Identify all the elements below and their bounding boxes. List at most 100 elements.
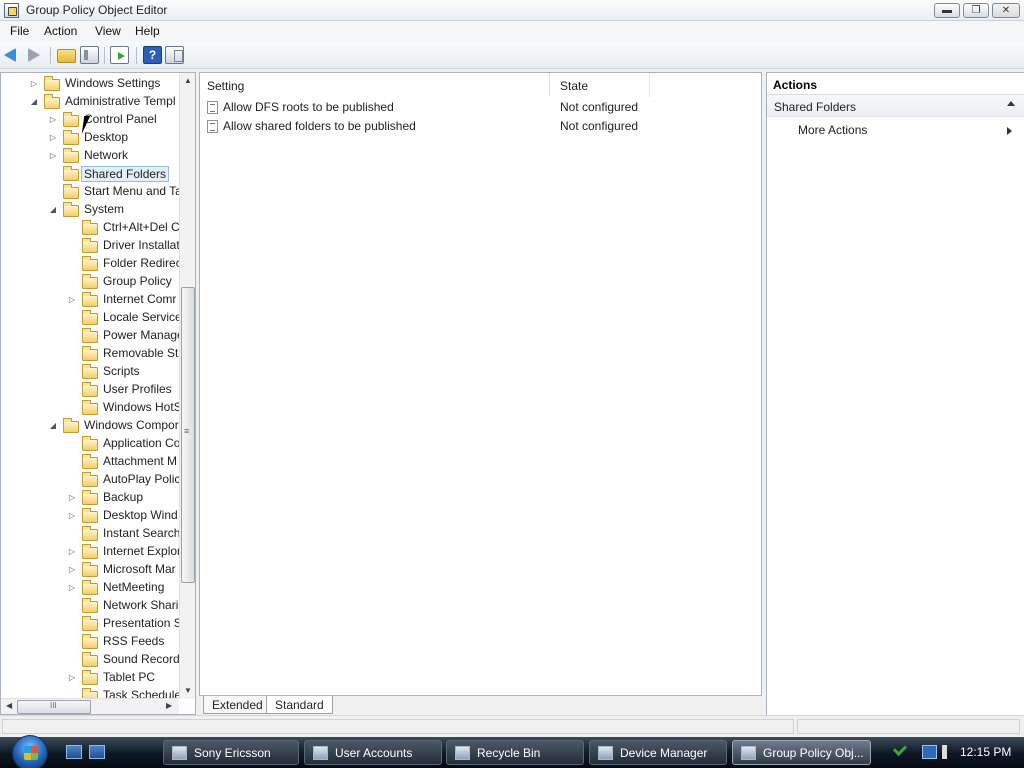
tree-expander-icon[interactable]: ◢	[29, 97, 39, 106]
tree-expander-icon[interactable]: ▷	[29, 79, 39, 88]
scroll-thumb[interactable]: ≡	[181, 287, 195, 583]
menu-action[interactable]: Action	[44, 24, 77, 38]
switch-windows-icon[interactable]	[89, 745, 105, 759]
taskbar-button-sony-ericsson[interactable]: Sony Ericsson	[163, 740, 299, 765]
taskbar-button-label: User Accounts	[335, 746, 413, 760]
tree-item[interactable]: Presentation S	[1, 615, 179, 633]
taskbar-button-device-manager[interactable]: Device Manager	[589, 740, 727, 765]
menu-view[interactable]: View	[95, 24, 121, 38]
tree-item[interactable]: Windows HotS	[1, 399, 179, 417]
tree-item[interactable]: ▷ Backup	[1, 489, 179, 507]
tree-item[interactable]: Attachment M	[1, 453, 179, 471]
export-list-icon[interactable]	[110, 46, 129, 64]
tree-item[interactable]: ◢ System	[1, 201, 179, 219]
tree-item[interactable]: ▷ Network	[1, 147, 179, 165]
network-icon[interactable]	[922, 745, 937, 759]
tree-item[interactable]: ▷ Desktop	[1, 129, 179, 147]
maximize-button[interactable]: ❐	[963, 3, 989, 18]
tree-item[interactable]: Application Co	[1, 435, 179, 453]
up-folder-icon[interactable]	[57, 49, 76, 63]
taskbar-button-group-policy[interactable]: Group Policy Obj...	[732, 740, 871, 765]
tree-expander-icon[interactable]: ◢	[48, 421, 58, 430]
tree-expander-icon[interactable]: ▷	[67, 583, 77, 592]
scroll-thumb-horizontal[interactable]: III	[17, 700, 91, 714]
tree-item[interactable]: Group Policy	[1, 273, 179, 291]
scroll-down-icon[interactable]: ▼	[184, 686, 192, 695]
tree-item[interactable]: Driver Installat	[1, 237, 179, 255]
tree-item[interactable]: ▷ Windows Settings	[1, 75, 179, 93]
menu-file[interactable]: File	[10, 24, 29, 38]
tree-item[interactable]: ▷ Desktop Wind	[1, 507, 179, 525]
tree-expander-icon[interactable]: ▷	[67, 565, 77, 574]
tree-item[interactable]: ▷ Tablet PC	[1, 669, 179, 687]
list-item[interactable]: Allow DFS roots to be published Not conf…	[200, 98, 760, 117]
properties-icon[interactable]	[165, 46, 184, 64]
tab-standard[interactable]: Standard	[266, 696, 333, 714]
folder-icon	[44, 76, 60, 91]
tree-item[interactable]: ▷ Internet Explor	[1, 543, 179, 561]
tab-extended[interactable]: Extended	[203, 696, 272, 714]
tree-expander-icon[interactable]: ▷	[48, 133, 58, 142]
menu-help[interactable]: Help	[135, 24, 160, 38]
tree-item[interactable]: Shared Folders	[1, 165, 179, 183]
app-icon[interactable]	[4, 3, 19, 18]
collapse-caret-icon[interactable]	[1007, 101, 1015, 106]
taskbar-button-user-accounts[interactable]: User Accounts	[304, 740, 442, 765]
tree-item[interactable]: Sound Record	[1, 651, 179, 669]
help-icon[interactable]: ?	[143, 46, 162, 64]
tree-item[interactable]: ▷ Microsoft Mar	[1, 561, 179, 579]
scroll-left-icon[interactable]: ◀	[6, 701, 12, 710]
title-bar[interactable]: Group Policy Object Editor ▬ ❐ ✕	[0, 0, 1024, 21]
show-desktop-icon[interactable]	[66, 745, 82, 759]
tree-expander-icon[interactable]: ◢	[48, 205, 58, 214]
minimize-button[interactable]: ▬	[934, 3, 960, 18]
column-header-state[interactable]: State	[550, 73, 650, 97]
tree-item[interactable]: Folder Redirec	[1, 255, 179, 273]
tree-item[interactable]: Network Shari	[1, 597, 179, 615]
windows-logo-icon	[12, 735, 48, 768]
more-actions-item[interactable]: More Actions	[798, 123, 867, 137]
results-pane[interactable]: Setting State Allow DFS roots to be publ…	[199, 72, 762, 696]
list-item[interactable]: Allow shared folders to be published Not…	[200, 117, 760, 136]
scroll-up-icon[interactable]: ▲	[184, 76, 192, 85]
tree-item-label: Start Menu and Ta	[84, 184, 179, 198]
tree-expander-icon[interactable]: ▷	[67, 511, 77, 520]
tree-item-label: Windows Compor	[84, 418, 179, 432]
tree-expander-icon[interactable]: ▷	[67, 673, 77, 682]
tree-item[interactable]: ◢ Administrative Templ	[1, 93, 179, 111]
tree-item[interactable]: ▷ Control Panel	[1, 111, 179, 129]
start-button[interactable]	[10, 735, 52, 768]
close-button[interactable]: ✕	[992, 3, 1020, 18]
tree-item[interactable]: User Profiles	[1, 381, 179, 399]
tree-item[interactable]: RSS Feeds	[1, 633, 179, 651]
back-arrow-icon[interactable]	[4, 48, 16, 62]
volume-icon[interactable]	[942, 745, 947, 759]
tree-expander-icon[interactable]: ▷	[48, 151, 58, 160]
tree-item[interactable]: AutoPlay Polic	[1, 471, 179, 489]
tree-item[interactable]: ▷ NetMeeting	[1, 579, 179, 597]
tree-item[interactable]: Scripts	[1, 363, 179, 381]
tree-item[interactable]: Removable Sto	[1, 345, 179, 363]
forward-arrow-icon[interactable]	[28, 48, 40, 62]
actions-group-header[interactable]: Shared Folders	[767, 95, 1024, 117]
security-check-icon[interactable]	[892, 741, 908, 757]
tree-item[interactable]: ◢ Windows Compor	[1, 417, 179, 435]
tree-expander-icon[interactable]: ▷	[48, 115, 58, 124]
column-header-setting[interactable]: Setting	[200, 73, 550, 97]
tree-item[interactable]: Instant Search	[1, 525, 179, 543]
tree-expander-icon[interactable]: ▷	[67, 547, 77, 556]
taskbar-clock[interactable]: 12:15 PM	[960, 745, 1011, 759]
tree-item[interactable]: ▷ Internet Comr	[1, 291, 179, 309]
tree-expander-icon[interactable]: ▷	[67, 493, 77, 502]
tree-item[interactable]: Ctrl+Alt+Del C	[1, 219, 179, 237]
console-tree[interactable]: ▷ Windows Settings ◢ Administrative Templ ▷ C…	[0, 72, 196, 715]
tree-horizontal-scrollbar[interactable]: ◀ III ▶	[1, 698, 179, 714]
taskbar-button-recycle-bin[interactable]: Recycle Bin	[446, 740, 584, 765]
tree-vertical-scrollbar[interactable]: ▲ ≡ ▼	[179, 73, 195, 699]
scroll-right-icon[interactable]: ▶	[166, 701, 172, 710]
tree-expander-icon[interactable]: ▷	[67, 295, 77, 304]
tree-item[interactable]: Start Menu and Ta	[1, 183, 179, 201]
tree-item[interactable]: Power Manage	[1, 327, 179, 345]
tree-item[interactable]: Locale Service	[1, 309, 179, 327]
show-hide-tree-icon[interactable]	[80, 46, 99, 64]
